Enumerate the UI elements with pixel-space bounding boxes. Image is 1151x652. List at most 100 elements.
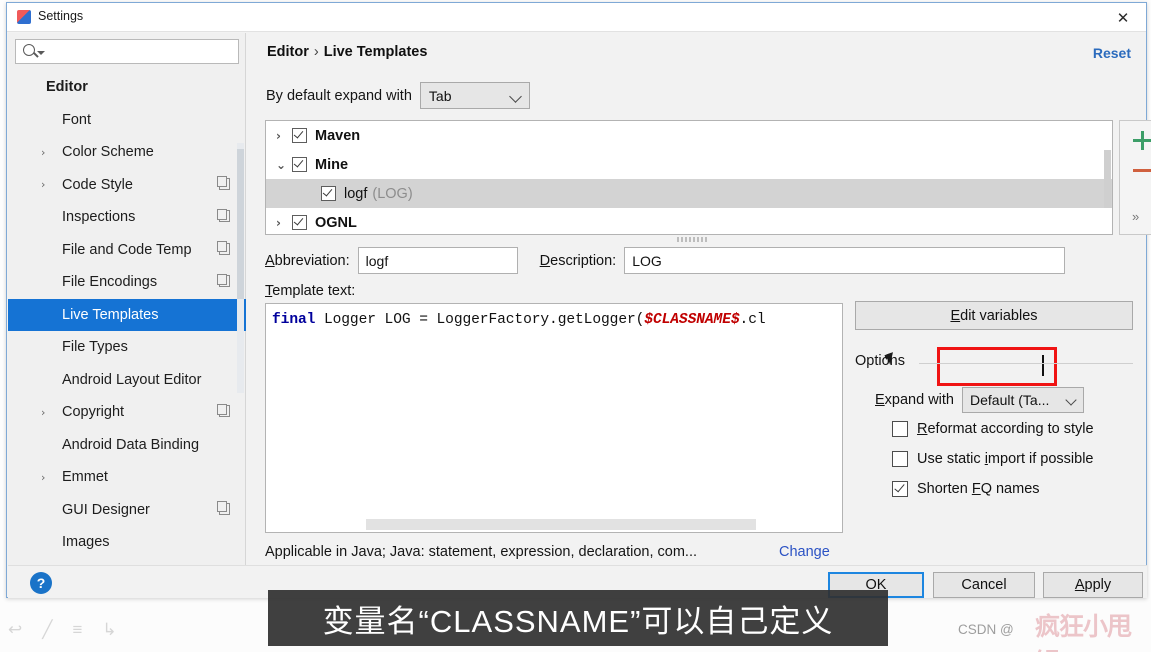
checkbox-label: Reformat according to style bbox=[917, 421, 1094, 437]
expand-with-select[interactable]: Default (Ta... bbox=[962, 387, 1084, 413]
sidebar-item-label: File Types bbox=[62, 339, 128, 356]
sidebar-item-android-layout-editor[interactable]: Android Layout Editor bbox=[8, 364, 246, 397]
sidebar-item-live-templates[interactable]: Live Templates bbox=[8, 298, 246, 331]
copy-icon bbox=[216, 208, 230, 222]
apply-button-label: Apply bbox=[1074, 577, 1112, 593]
chevron-right-icon[interactable]: › bbox=[276, 129, 281, 143]
arrow-icon: ↳ bbox=[102, 620, 117, 639]
breadcrumb-separator: › bbox=[313, 44, 319, 60]
close-icon[interactable]: ✕ bbox=[1100, 3, 1146, 32]
dialog-title: Settings bbox=[38, 9, 84, 23]
sidebar-item-emmet[interactable]: › Emmet bbox=[8, 461, 246, 494]
breadcrumb: Editor › Live Templates bbox=[267, 44, 427, 60]
remove-template-button[interactable] bbox=[1133, 169, 1151, 172]
csdn-watermark-logo: 疯狂小甩锅 bbox=[1035, 613, 1132, 652]
checkbox-ognl[interactable] bbox=[292, 215, 307, 230]
sidebar-item-label: Emmet bbox=[62, 469, 108, 486]
sidebar-item-file-types[interactable]: File Types bbox=[8, 331, 246, 364]
sidebar-item-label: Editor bbox=[46, 79, 88, 96]
sidebar-item-android-data-binding[interactable]: Android Data Binding bbox=[8, 429, 246, 462]
reset-link[interactable]: Reset bbox=[1093, 45, 1131, 61]
settings-dialog: Settings ✕ Editor Font › Color Scheme › … bbox=[6, 2, 1151, 598]
code-mid: Logger LOG = LoggerFactory.getLogger( bbox=[315, 312, 645, 328]
copy-icon bbox=[216, 241, 230, 255]
chevron-down-icon[interactable]: ⌄ bbox=[276, 158, 286, 172]
code-variable: $CLASSNAME$ bbox=[644, 312, 740, 328]
description-input[interactable]: LOG bbox=[624, 247, 1066, 274]
sidebar-item-color-scheme[interactable]: › Color Scheme bbox=[8, 136, 246, 169]
chevron-right-icon: › bbox=[41, 145, 46, 159]
abbreviation-label: Abbreviation: bbox=[265, 252, 350, 269]
sidebar-item-copyright[interactable]: › Copyright bbox=[8, 396, 246, 429]
default-expand-label: By default expand with bbox=[266, 87, 412, 104]
sidebar-item-inspections[interactable]: Inspections bbox=[8, 201, 246, 234]
chevron-down-icon bbox=[1065, 394, 1077, 406]
template-text-editor[interactable]: final Logger LOG = LoggerFactory.getLogg… bbox=[265, 303, 843, 533]
add-template-button[interactable] bbox=[1133, 131, 1151, 150]
sidebar-scrollbar-thumb[interactable] bbox=[237, 149, 244, 299]
template-text-code: final Logger LOG = LoggerFactory.getLogg… bbox=[272, 312, 766, 328]
sidebar-item-font[interactable]: Font bbox=[8, 104, 246, 137]
dialog-titlebar: Settings ✕ bbox=[7, 3, 1146, 32]
chevron-right-icon: › bbox=[41, 470, 46, 484]
list-icon: ≡ bbox=[72, 620, 83, 639]
sidebar-item-editor[interactable]: Editor bbox=[8, 71, 246, 104]
breadcrumb-current: Live Templates bbox=[323, 44, 428, 60]
checkbox-mine[interactable] bbox=[292, 157, 307, 172]
default-expand-value: Tab bbox=[428, 87, 452, 104]
template-group-ognl[interactable]: › OGNL bbox=[266, 208, 1112, 234]
edit-variables-label: Edit variables bbox=[950, 307, 1038, 324]
checkbox-shorten-fq-names[interactable]: Shorten FQ names bbox=[892, 481, 1040, 497]
abbreviation-input[interactable]: logf bbox=[357, 247, 518, 274]
help-icon[interactable]: ? bbox=[30, 572, 52, 594]
copy-icon bbox=[216, 273, 230, 287]
edit-variables-button[interactable]: Edit variables bbox=[855, 301, 1133, 330]
chevron-down-icon bbox=[509, 90, 522, 103]
undo-icon: ↩ bbox=[8, 620, 23, 639]
settings-sidebar: Editor Font › Color Scheme › Code Style … bbox=[8, 33, 246, 565]
screenshot-root: ↩ ╱ ≡ ↳ Settings ✕ Editor Font › Color S… bbox=[0, 0, 1151, 652]
sidebar-item-label: Android Data Binding bbox=[62, 436, 200, 453]
chevron-right-icon: › bbox=[41, 405, 46, 419]
template-list-toolbar: » bbox=[1119, 120, 1151, 235]
applicable-context-text: Applicable in Java; Java: statement, exp… bbox=[265, 544, 697, 560]
sidebar-item-file-encodings[interactable]: File Encodings bbox=[8, 266, 246, 299]
template-group-label: Mine bbox=[315, 156, 349, 173]
splitter-handle[interactable] bbox=[677, 237, 707, 242]
settings-tree: Editor Font › Color Scheme › Code Style … bbox=[8, 71, 246, 565]
apply-button[interactable]: Apply bbox=[1043, 572, 1143, 598]
template-group-maven[interactable]: › Maven bbox=[266, 121, 1112, 150]
copy-icon bbox=[216, 403, 230, 417]
editor-hscroll-thumb[interactable] bbox=[366, 519, 756, 530]
checkbox-reformat-according-to-style[interactable]: Reformat according to style bbox=[892, 421, 1094, 437]
change-context-link[interactable]: Change bbox=[779, 544, 830, 560]
expand-with-value: Default (Ta... bbox=[970, 392, 1050, 408]
breadcrumb-parent[interactable]: Editor bbox=[267, 44, 309, 60]
checkbox-label: Use static import if possible bbox=[917, 451, 1094, 467]
checkbox-logf[interactable] bbox=[321, 186, 336, 201]
sidebar-item-label: Code Style bbox=[62, 176, 133, 193]
search-input[interactable] bbox=[15, 39, 239, 64]
sidebar-item-code-style[interactable]: › Code Style bbox=[8, 169, 246, 202]
checkbox-use-static-import[interactable]: Use static import if possible bbox=[892, 451, 1094, 467]
video-subtitle: 变量名“CLASSNAME”可以自己定义 bbox=[268, 590, 888, 646]
template-item-logf[interactable]: logf (LOG) bbox=[266, 179, 1112, 208]
sidebar-item-file-and-code-templates[interactable]: File and Code Temp bbox=[8, 234, 246, 267]
sidebar-item-label: Font bbox=[62, 111, 92, 128]
sidebar-item-images[interactable]: Images bbox=[8, 526, 246, 559]
chevron-right-icon[interactable]: › bbox=[276, 216, 281, 230]
default-expand-select[interactable]: Tab bbox=[419, 82, 530, 109]
template-text-label: Template text: bbox=[265, 283, 356, 299]
template-list[interactable]: › Maven ⌄ Mine logf (LOG) › OGNL bbox=[265, 120, 1113, 235]
template-list-scrollbar[interactable] bbox=[1104, 150, 1111, 208]
checkbox-label: Shorten FQ names bbox=[917, 481, 1040, 497]
sidebar-item-gui-designer[interactable]: GUI Designer bbox=[8, 494, 246, 527]
checkbox-maven[interactable] bbox=[292, 128, 307, 143]
cancel-button[interactable]: Cancel bbox=[933, 572, 1035, 598]
template-group-mine[interactable]: ⌄ Mine bbox=[266, 150, 1112, 179]
code-tail: .cl bbox=[739, 312, 766, 328]
options-divider bbox=[919, 363, 1133, 364]
copy-icon bbox=[216, 176, 230, 190]
more-options-button[interactable]: » bbox=[1132, 209, 1139, 224]
template-item-description: (LOG) bbox=[372, 185, 413, 202]
